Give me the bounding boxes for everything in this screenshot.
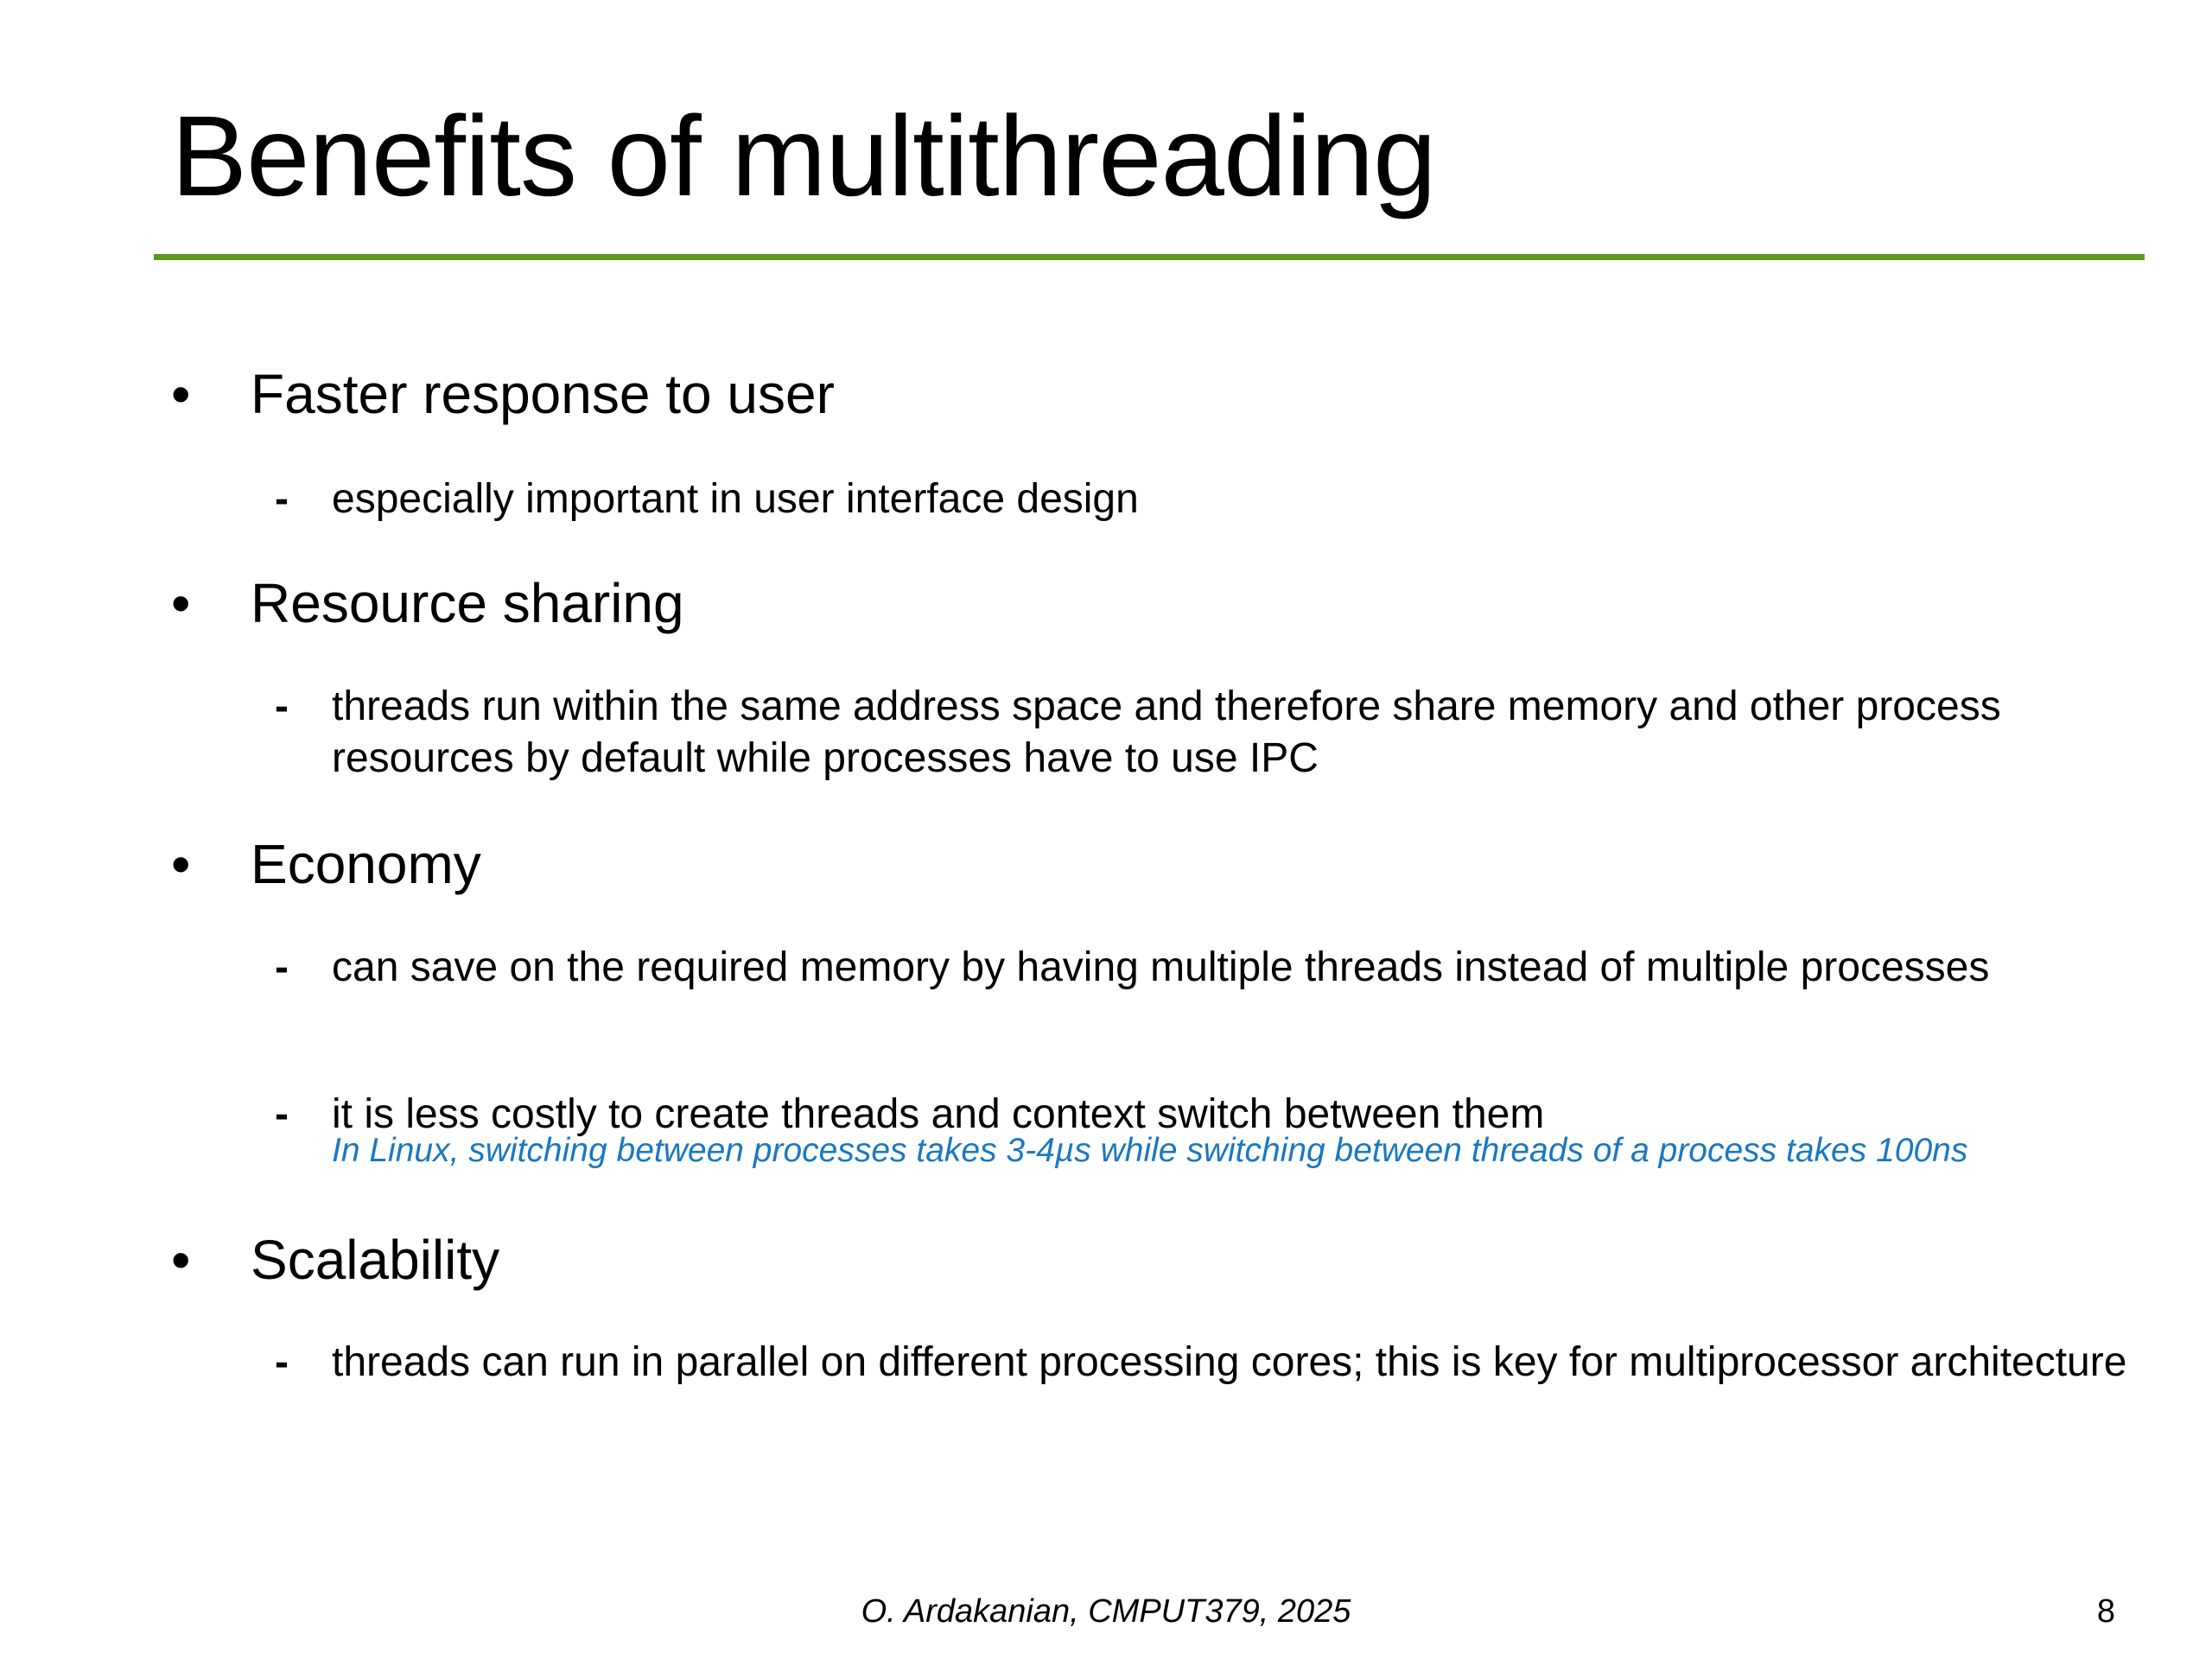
slide: { "slide": { "title": "Benefits of multi… [0,0,2212,1659]
bullet-label: Economy [251,833,481,895]
footer-credit: O. Ardakanian, CMPUT379, 2025 [861,1593,1351,1630]
title-divider [154,254,2145,260]
dash-icon: - [275,476,289,522]
dash-icon: - [275,683,289,729]
dash-icon: - [275,1091,289,1137]
bullet-label: Resource sharing [251,572,684,634]
sub-bullet-text: threads can run in parallel on different… [332,1339,2127,1385]
bullet-label: Scalability [251,1229,500,1291]
bullet-icon: • [171,572,191,634]
sub-bullet-text: especially important in user interface d… [332,476,1139,522]
slide-title: Benefits of multithreading [171,92,1437,219]
dash-icon: - [275,944,289,990]
bullet-icon: • [171,363,191,425]
page-number: 8 [2096,1593,2115,1630]
annotation-note: In Linux, switching between processes ta… [332,1132,1968,1169]
bullet-icon: • [171,1229,191,1291]
bullet-label: Faster response to user [251,363,835,425]
sub-bullet-text: threads run within the same address spac… [332,683,2001,781]
sub-bullet-text: can save on the required memory by havin… [332,944,1990,990]
bullet-icon: • [171,833,191,895]
dash-icon: - [275,1339,289,1385]
